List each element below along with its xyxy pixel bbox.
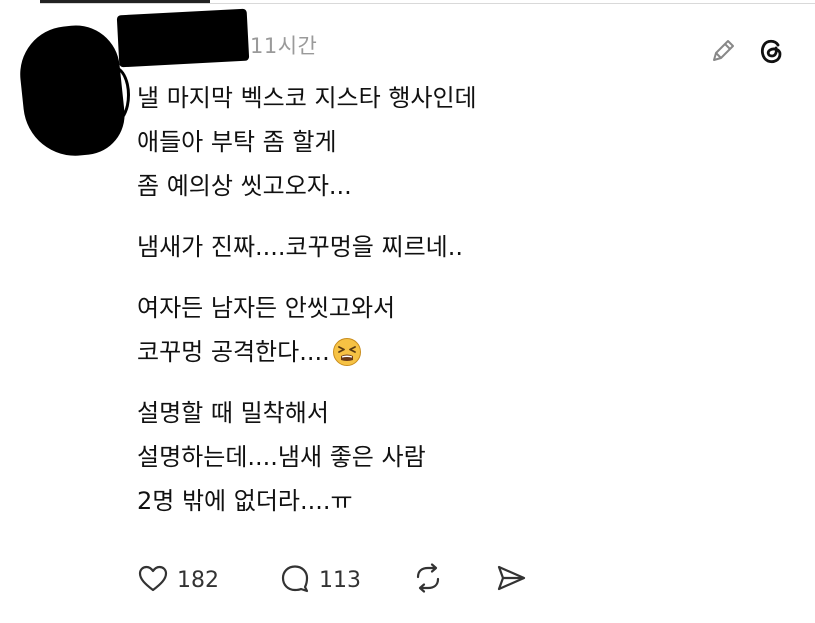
post-body: 낼 마지막 벡스코 지스타 행사인데 애들아 부탁 좀 할게 좀 예의상 씻고오… — [137, 76, 737, 523]
post-line: 2명 밖에 없더라....ㅠ — [137, 487, 353, 515]
speech-bubble-icon — [279, 563, 311, 597]
post-line: 설명할 때 밀착해서 — [137, 399, 329, 427]
pencil-icon[interactable] — [706, 34, 740, 68]
post-timestamp: 11시간 — [250, 34, 318, 58]
post-line: 냄새가 진짜....코꾸멍을 찌르네.. — [137, 233, 463, 261]
avatar-ring — [98, 66, 130, 124]
top-divider — [40, 3, 815, 4]
tired-face-emoji — [332, 337, 362, 381]
heart-icon — [137, 563, 169, 597]
post-line: 설명하는데....냄새 좋은 사람 — [137, 443, 426, 471]
share-button[interactable] — [494, 560, 528, 600]
post-line: 좀 예의상 씻고오자... — [137, 172, 352, 200]
post-line: 여자든 남자든 안씻고와서 — [137, 294, 396, 322]
repost-icon — [411, 561, 445, 599]
redacted-username[interactable] — [116, 8, 250, 68]
post-line: 낼 마지막 벡스코 지스타 행사인데 — [137, 84, 477, 112]
reply-count: 113 — [319, 567, 361, 593]
post-line-with-emoji: 코꾸멍 공격한다.... — [137, 330, 737, 374]
post-line-text: 코꾸멍 공격한다.... — [137, 338, 330, 366]
reply-button[interactable]: 113 — [279, 560, 361, 600]
repost-button[interactable] — [411, 560, 445, 600]
action-bar: 182 113 — [137, 560, 587, 600]
post-line: 애들아 부탁 좀 할게 — [137, 128, 337, 156]
threads-logo-icon[interactable] — [754, 34, 788, 68]
like-count: 182 — [177, 567, 219, 593]
send-icon — [494, 563, 528, 597]
like-button[interactable]: 182 — [137, 560, 219, 600]
